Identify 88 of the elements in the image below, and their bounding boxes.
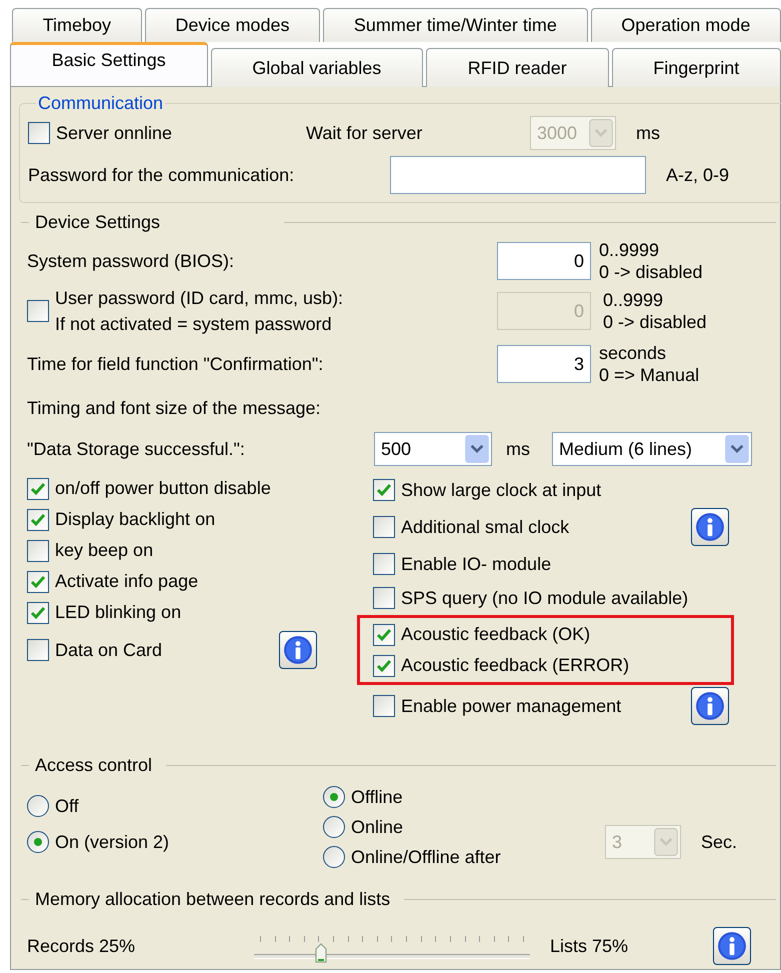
radio-label: Off — [55, 796, 79, 816]
input-field[interactable]: 0 — [497, 242, 591, 280]
chevron-icon — [589, 119, 613, 147]
checkbox-label: Show large clock at input — [401, 480, 602, 500]
section-title: Device Settings — [35, 212, 160, 232]
checkbox-label: Display backlight on — [55, 509, 216, 530]
info-icon — [283, 635, 313, 665]
hint-text: 0 -> disabled — [599, 261, 703, 283]
checkbox[interactable] — [373, 624, 395, 646]
checkbox[interactable] — [373, 587, 395, 609]
tab[interactable]: Fingerprint — [612, 48, 781, 87]
slider-label: Lists 75% — [550, 936, 630, 956]
checkbox[interactable] — [27, 508, 49, 530]
field-label: Time for field function "Confirmation": — [27, 354, 324, 374]
radio-label: Online — [351, 816, 404, 838]
hint-text: 0 -> disabled — [603, 311, 707, 333]
info-button[interactable] — [279, 631, 317, 669]
checkbox[interactable] — [27, 570, 49, 592]
checkbox[interactable] — [373, 479, 395, 501]
checkbox[interactable] — [373, 695, 395, 717]
chevron-icon — [725, 435, 749, 463]
checkbox-label: Enable power management — [401, 696, 622, 716]
info-button[interactable] — [713, 927, 751, 965]
field-label: Password for the communication: — [28, 164, 296, 186]
tab[interactable]: Timeboy — [12, 8, 142, 42]
info-icon — [717, 931, 747, 961]
section-title: Memory allocation between records and lists — [35, 888, 390, 910]
tab[interactable]: RFID reader — [426, 48, 609, 87]
checkbox-label: Acoustic feedback (ERROR) — [401, 655, 630, 676]
checkbox-label: LED blinking on — [55, 602, 182, 623]
tab[interactable]: Device modes — [144, 8, 320, 42]
radio-label: Offline — [351, 786, 403, 808]
checkbox[interactable] — [27, 478, 49, 500]
hint-text: seconds — [599, 342, 668, 364]
checkbox-label: Additional smal clock — [401, 516, 570, 538]
section-title: Access control — [35, 754, 152, 776]
checkbox-label: Data on Card — [55, 640, 164, 660]
field-label: Wait for server — [306, 122, 424, 144]
checkbox-label: Acoustic feedback (OK) — [401, 624, 592, 645]
checkbox[interactable] — [373, 553, 395, 575]
group-title: Communication — [37, 93, 164, 114]
info-button[interactable] — [691, 687, 729, 725]
checkbox[interactable] — [373, 654, 395, 676]
radio-button[interactable] — [27, 831, 49, 853]
radio-button[interactable] — [323, 846, 345, 868]
info-icon — [695, 691, 725, 721]
tab[interactable]: Operation mode — [590, 8, 781, 42]
field-label: Timing and font size of the message: — [27, 398, 320, 418]
field-label: System password (BIOS): — [27, 250, 236, 272]
radio-button[interactable] — [323, 786, 345, 808]
checkbox[interactable] — [27, 602, 49, 624]
tab[interactable]: Summer time/Winter time — [323, 8, 588, 42]
checkbox[interactable] — [28, 122, 50, 144]
dropdown[interactable]: Medium (6 lines) — [552, 432, 752, 466]
checkbox-label: Server onnline — [56, 122, 172, 144]
input-field[interactable]: 3 — [497, 345, 591, 383]
hint-text: 0 => Manual — [599, 364, 700, 386]
slider-label: Records 25% — [27, 936, 136, 956]
checkbox-label: Activate info page — [55, 571, 200, 592]
radio-button[interactable] — [323, 816, 345, 838]
unit-label: ms — [636, 122, 660, 144]
checkbox-label: key beep on — [55, 540, 154, 561]
password-field[interactable] — [390, 156, 646, 194]
chevron-icon — [465, 435, 489, 463]
checkbox-label: SPS query (no IO module available) — [401, 588, 690, 608]
info-icon — [695, 512, 725, 542]
field-label: "Data Storage successful.": — [27, 438, 246, 460]
info-button[interactable] — [691, 508, 729, 546]
chevron-icon — [654, 828, 678, 856]
radio-button[interactable] — [27, 795, 49, 817]
checkbox-label: on/off power button disable — [55, 478, 272, 499]
hint-text: A-z, 0-9 — [666, 164, 730, 186]
unit-label: ms — [506, 438, 530, 460]
radio-label: On (version 2) — [55, 832, 170, 852]
checkbox-label: User password (ID card, mmc, usb): — [55, 287, 344, 310]
checkbox[interactable] — [373, 516, 395, 538]
tab[interactable]: Basic Settings — [10, 42, 208, 86]
checkbox-label: Enable IO- module — [401, 554, 552, 574]
radio-label: Online/Offline after — [351, 846, 501, 868]
hint-text: 0..9999 — [603, 289, 664, 311]
checkbox-label: If not activated = system password — [55, 313, 333, 336]
unit-label: Sec. — [701, 832, 738, 852]
tab[interactable]: Global variables — [210, 48, 424, 87]
dropdown[interactable]: 500 — [374, 432, 492, 466]
slider-thumb[interactable] — [314, 943, 327, 963]
hint-text: 0..9999 — [599, 239, 660, 261]
checkbox[interactable] — [27, 639, 49, 661]
checkbox[interactable] — [27, 540, 49, 562]
